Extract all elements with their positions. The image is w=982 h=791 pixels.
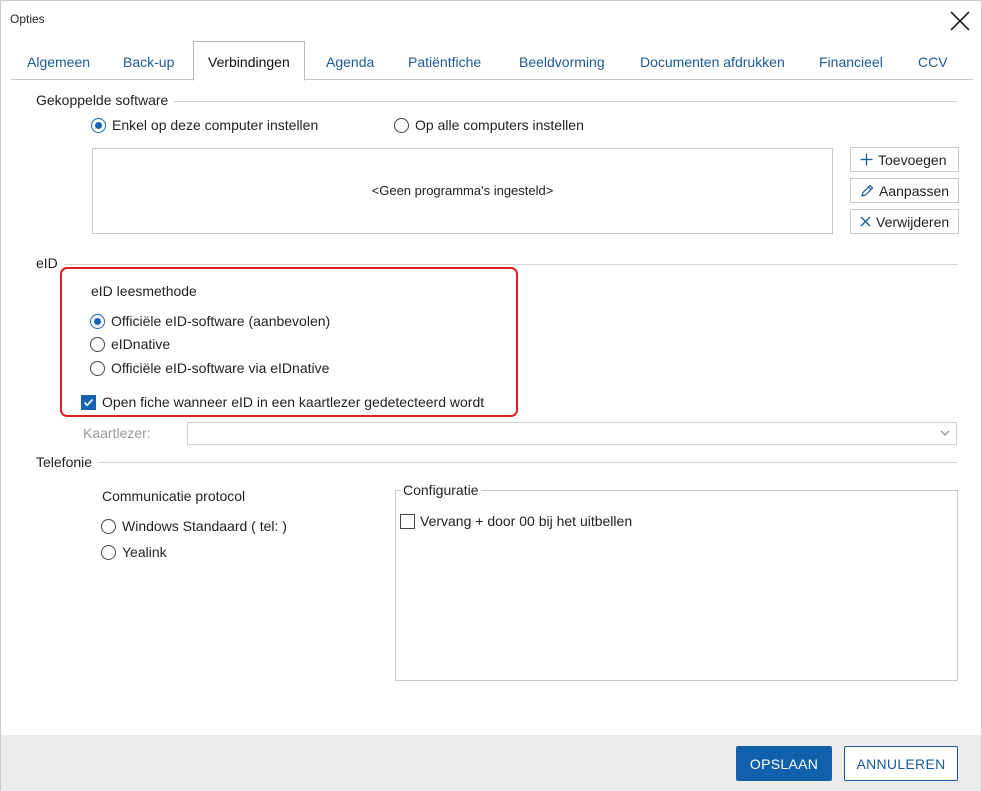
radio-all-computers[interactable]	[394, 118, 409, 133]
eid-method-label: eID leesmethode	[91, 283, 197, 299]
tab-ccv[interactable]: CCV	[914, 49, 952, 79]
card-reader-label: Kaartlezer:	[83, 425, 151, 441]
radio-yealink[interactable]	[101, 545, 116, 560]
linked-software-list[interactable]: <Geen programma's ingesteld>	[92, 148, 833, 234]
window-title: Opties	[10, 12, 45, 26]
radio-label-windows-standard: Windows Standaard ( tel: )	[122, 518, 287, 534]
options-dialog: Opties Algemeen Back-up Verbindingen Age…	[0, 0, 982, 791]
tab-patientfiche[interactable]: Patiëntfiche	[404, 49, 485, 79]
tab-documenten-afdrukken[interactable]: Documenten afdrukken	[636, 49, 789, 79]
radio-official-eid[interactable]	[90, 314, 105, 329]
pencil-icon	[861, 184, 874, 197]
empty-list-text: <Geen programma's ingesteld>	[371, 183, 554, 198]
add-button-label: Toevoegen	[878, 151, 947, 168]
tab-financieel[interactable]: Financieel	[815, 49, 887, 79]
tab-bar: Algemeen Back-up Verbindingen Agenda Pat…	[11, 41, 973, 81]
section-divider	[36, 462, 957, 463]
add-button[interactable]: Toevoegen	[850, 147, 959, 172]
checkbox-replace-plus[interactable]	[400, 514, 415, 529]
remove-button-label: Verwijderen	[876, 213, 950, 230]
cancel-button[interactable]: ANNULEREN	[844, 746, 958, 781]
plus-icon	[860, 153, 873, 166]
section-label-telephony: Telefonie	[36, 454, 99, 470]
edit-button-label: Aanpassen	[879, 182, 950, 199]
radio-label-yealink: Yealink	[122, 544, 167, 560]
radio-label-all-computers: Op alle computers instellen	[415, 117, 584, 133]
configuration-title: Configuratie	[401, 482, 481, 498]
tab-back-up[interactable]: Back-up	[119, 49, 178, 79]
radio-label-eidnative: eIDnative	[111, 336, 171, 352]
protocol-label: Communicatie protocol	[102, 488, 246, 504]
checkbox-label-open-fiche: Open fiche wanneer eID in een kaartlezer…	[102, 394, 485, 410]
radio-official-via-eidnative[interactable]	[90, 361, 105, 376]
remove-icon	[860, 216, 871, 227]
close-button[interactable]	[944, 7, 976, 35]
card-reader-select[interactable]	[187, 422, 957, 445]
radio-windows-standard[interactable]	[101, 519, 116, 534]
close-icon	[950, 11, 970, 31]
tab-beeldvorming[interactable]: Beeldvorming	[515, 49, 609, 79]
radio-label-this-computer: Enkel op deze computer instellen	[112, 117, 319, 133]
tab-algemeen[interactable]: Algemeen	[23, 49, 94, 79]
section-label-linked-software: Gekoppelde software	[36, 92, 175, 108]
edit-button[interactable]: Aanpassen	[850, 178, 959, 203]
section-divider	[36, 264, 957, 265]
radio-label-official-eid: Officiële eID-software (aanbevolen)	[111, 313, 331, 329]
remove-button[interactable]: Verwijderen	[850, 209, 959, 234]
radio-label-official-via-eidnative: Officiële eID-software via eIDnative	[111, 360, 330, 376]
save-button[interactable]: OPSLAAN	[736, 746, 832, 781]
title-bar: Opties	[1, 1, 981, 39]
checkbox-label-replace-plus: Vervang + door 00 bij het uitbellen	[420, 513, 633, 529]
checkmark-icon	[83, 398, 94, 407]
tab-agenda[interactable]: Agenda	[322, 49, 378, 79]
chevron-down-icon	[940, 430, 950, 436]
section-label-eid: eID	[36, 255, 64, 271]
radio-this-computer[interactable]	[91, 118, 106, 133]
radio-eidnative[interactable]	[90, 337, 105, 352]
tab-verbindingen[interactable]: Verbindingen	[193, 41, 305, 81]
checkbox-open-fiche[interactable]	[81, 395, 96, 410]
dialog-footer	[1, 735, 981, 791]
